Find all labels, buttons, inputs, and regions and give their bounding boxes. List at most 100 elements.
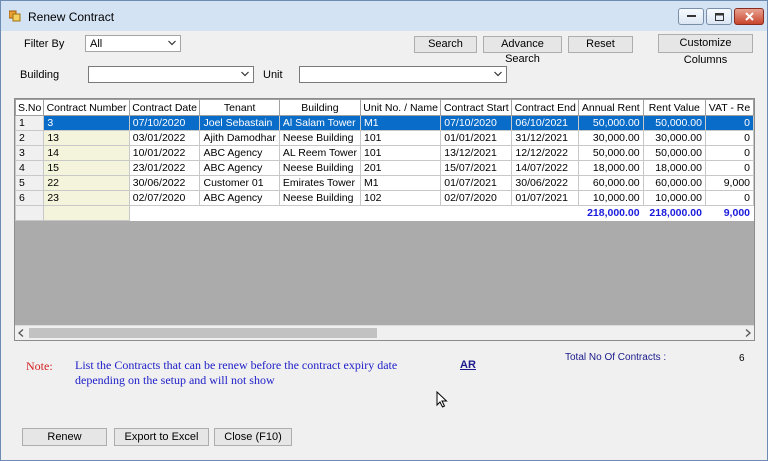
- ar-link[interactable]: AR: [460, 359, 476, 371]
- column-header[interactable]: S.No: [15, 99, 45, 116]
- table-row[interactable]: 3 14 10/01/2022 ABC Agency AL Reem Tower 101 1…: [15, 145, 754, 161]
- table-cell[interactable]: 50,000.00: [642, 145, 706, 161]
- column-header[interactable]: Annual Rent: [578, 99, 644, 116]
- table-cell[interactable]: 101: [359, 145, 442, 161]
- table-cell[interactable]: 0: [704, 115, 754, 131]
- table-cell[interactable]: 18,000.00: [578, 160, 644, 176]
- table-cell[interactable]: 13/12/2021: [440, 145, 513, 161]
- table-cell[interactable]: 50,000.00: [642, 115, 706, 131]
- table-cell[interactable]: Neese Building: [278, 130, 361, 146]
- table-cell[interactable]: 23: [43, 190, 130, 206]
- table-row[interactable]: 6 23 02/07/2020 ABC Agency Neese Building 102…: [15, 190, 754, 206]
- table-cell[interactable]: 03/01/2022: [128, 130, 201, 146]
- close-button[interactable]: Close (F10): [214, 428, 292, 446]
- table-cell[interactable]: M1: [359, 175, 442, 191]
- table-cell[interactable]: 10,000.00: [578, 190, 644, 206]
- table-cell[interactable]: M1: [359, 115, 442, 131]
- column-header[interactable]: Building: [278, 99, 361, 116]
- table-cell[interactable]: 06/10/2021: [511, 115, 580, 131]
- table-cell[interactable]: 30/06/2022: [128, 175, 201, 191]
- column-header[interactable]: Rent Value: [642, 99, 706, 116]
- table-cell[interactable]: 101: [359, 130, 442, 146]
- table-cell[interactable]: 10,000.00: [642, 190, 706, 206]
- table-cell[interactable]: 07/10/2020: [128, 115, 201, 131]
- scroll-right-icon[interactable]: [745, 329, 751, 337]
- scrollbar-thumb[interactable]: [29, 328, 377, 338]
- maximize-button[interactable]: [706, 8, 732, 25]
- table-cell[interactable]: ABC Agency: [199, 145, 280, 161]
- table-cell[interactable]: 15/07/2021: [440, 160, 513, 176]
- table-cell[interactable]: 50,000.00: [578, 115, 644, 131]
- table-cell[interactable]: 201: [359, 160, 442, 176]
- table-cell[interactable]: 6: [15, 190, 45, 206]
- minimize-button[interactable]: [678, 8, 704, 25]
- table-cell[interactable]: 18,000.00: [642, 160, 706, 176]
- scroll-left-icon[interactable]: [18, 329, 24, 337]
- unit-select[interactable]: [299, 66, 507, 83]
- table-cell[interactable]: Emirates Tower: [278, 175, 361, 191]
- table-row[interactable]: 5 22 30/06/2022 Customer 01 Emirates Tower M1…: [15, 175, 754, 191]
- table-cell[interactable]: 2: [15, 130, 45, 146]
- advance-search-button[interactable]: Advance Search: [483, 36, 562, 65]
- table-cell[interactable]: 0: [704, 160, 754, 176]
- column-header[interactable]: VAT - Re: [704, 99, 754, 116]
- table-cell[interactable]: 22: [43, 175, 130, 191]
- table-cell[interactable]: 23/01/2022: [128, 160, 201, 176]
- table-cell[interactable]: Joel Sebastain: [199, 115, 280, 131]
- table-cell[interactable]: 01/07/2021: [511, 190, 580, 206]
- table-cell[interactable]: 60,000.00: [578, 175, 644, 191]
- table-cell[interactable]: 50,000.00: [578, 145, 644, 161]
- table-cell[interactable]: 01/07/2021: [440, 175, 513, 191]
- column-header[interactable]: Contract End: [511, 99, 580, 116]
- table-cell[interactable]: 102: [359, 190, 442, 206]
- table-row[interactable]: 1 3 07/10/2020 Joel Sebastain Al Salam Tower…: [15, 115, 754, 131]
- table-cell[interactable]: Al Salam Tower: [278, 115, 361, 131]
- table-cell[interactable]: 0: [704, 190, 754, 206]
- close-window-button[interactable]: [734, 8, 764, 25]
- export-to-excel-button[interactable]: Export to Excel: [114, 428, 209, 446]
- table-cell[interactable]: Neese Building: [278, 190, 361, 206]
- table-cell[interactable]: 1: [15, 115, 45, 131]
- table-cell[interactable]: 3: [43, 115, 130, 131]
- table-cell[interactable]: AL Reem Tower: [278, 145, 361, 161]
- table-cell[interactable]: Ajith Damodhar: [199, 130, 280, 146]
- renew-button[interactable]: Renew: [22, 428, 107, 446]
- table-cell[interactable]: 30/06/2022: [511, 175, 580, 191]
- column-header[interactable]: Contract Date: [128, 99, 201, 116]
- table-cell[interactable]: 14: [43, 145, 130, 161]
- horizontal-scrollbar[interactable]: [15, 325, 754, 340]
- table-cell[interactable]: 13: [43, 130, 130, 146]
- table-cell[interactable]: 07/10/2020: [440, 115, 513, 131]
- table-cell[interactable]: 01/01/2021: [440, 130, 513, 146]
- table-cell[interactable]: 9,000: [704, 175, 754, 191]
- customize-columns-button[interactable]: Customize Columns: [658, 34, 753, 66]
- table-cell[interactable]: ABC Agency: [199, 160, 280, 176]
- table-row[interactable]: 2 13 03/01/2022 Ajith Damodhar Neese Buildin…: [15, 130, 754, 146]
- table-cell[interactable]: 02/07/2020: [128, 190, 201, 206]
- table-cell[interactable]: 12/12/2022: [511, 145, 580, 161]
- table-cell[interactable]: 4: [15, 160, 45, 176]
- building-select[interactable]: [88, 66, 254, 83]
- column-header[interactable]: Unit No. / Name: [359, 99, 442, 116]
- table-cell[interactable]: 02/07/2020: [440, 190, 513, 206]
- filter-by-select[interactable]: All: [85, 35, 181, 52]
- column-header[interactable]: Contract Number: [43, 99, 130, 116]
- table-cell[interactable]: 3: [15, 145, 45, 161]
- search-button[interactable]: Search: [414, 36, 477, 53]
- reset-button[interactable]: Reset: [568, 36, 633, 53]
- table-cell[interactable]: 10/01/2022: [128, 145, 201, 161]
- table-cell[interactable]: Neese Building: [278, 160, 361, 176]
- table-cell[interactable]: 0: [704, 130, 754, 146]
- table-cell[interactable]: 0: [704, 145, 754, 161]
- table-row[interactable]: 4 15 23/01/2022 ABC Agency Neese Building 201…: [15, 160, 754, 176]
- table-cell[interactable]: 14/07/2022: [511, 160, 580, 176]
- table-cell[interactable]: 5: [15, 175, 45, 191]
- table-cell[interactable]: 30,000.00: [642, 130, 706, 146]
- column-header[interactable]: Tenant: [199, 99, 280, 116]
- contracts-grid[interactable]: S.No Contract Number Contract Date Tenant Bu…: [14, 98, 755, 341]
- table-cell[interactable]: 15: [43, 160, 130, 176]
- table-cell[interactable]: ABC Agency: [199, 190, 280, 206]
- table-cell[interactable]: 31/12/2021: [511, 130, 580, 146]
- table-cell[interactable]: 60,000.00: [642, 175, 706, 191]
- table-cell[interactable]: Customer 01: [199, 175, 280, 191]
